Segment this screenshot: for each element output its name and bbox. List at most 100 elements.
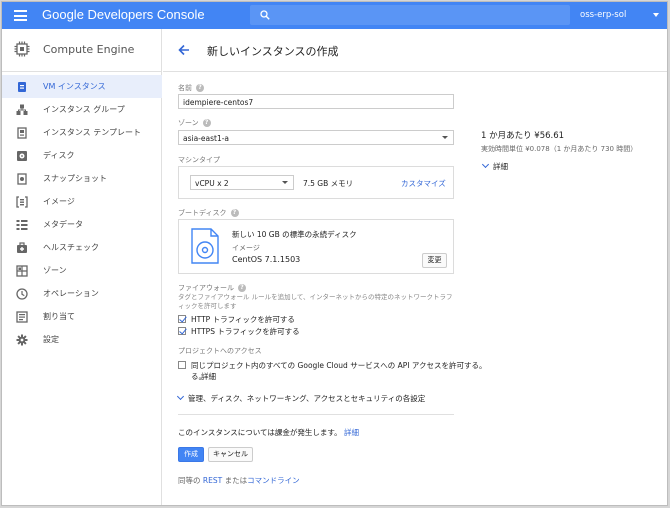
quota-icon bbox=[16, 311, 28, 323]
chevron-down-icon bbox=[282, 181, 288, 184]
equivalent-prefix: 同等の bbox=[178, 476, 201, 485]
change-button[interactable]: 変更 bbox=[422, 253, 447, 268]
firewall-description: タグとファイアウォール ルールを追加して、インターネットからの特定のネットワーク… bbox=[178, 293, 453, 310]
https-label[interactable]: HTTPS トラフィックを許可する bbox=[191, 326, 300, 337]
sidebar-item-vm-instances[interactable]: VM インスタンス bbox=[2, 75, 162, 98]
divider bbox=[178, 414, 454, 415]
sidebar-item-label: メタデータ bbox=[43, 220, 83, 229]
sidebar-item-snapshots[interactable]: スナップショット bbox=[2, 167, 162, 190]
help-icon[interactable]: ? bbox=[230, 209, 239, 217]
brand-title[interactable]: Google Developers Console bbox=[42, 7, 205, 22]
billing-text: このインスタンスについては課金が発生します。 bbox=[178, 428, 342, 437]
sidebar-item-zones[interactable]: ゾーン bbox=[2, 259, 162, 282]
machine-type-label: マシンタイプ bbox=[178, 156, 220, 164]
rest-link[interactable]: REST bbox=[203, 476, 222, 485]
page-title: 新しいインスタンスの作成 bbox=[207, 45, 339, 58]
sidebar-title: Compute Engine bbox=[43, 43, 135, 56]
zone-select[interactable]: asia-east1-a bbox=[178, 130, 454, 145]
top-bar: Google Developers Console oss-erp-sol bbox=[2, 2, 667, 29]
pricing-details-link[interactable]: 詳細 bbox=[481, 160, 508, 172]
sidebar-item-label: ゾーン bbox=[43, 266, 67, 275]
machine-type-select[interactable]: vCPU x 2 bbox=[190, 175, 294, 190]
machine-type-box: vCPU x 2 7.5 GB メモリ カスタマイズ bbox=[178, 166, 454, 199]
boot-disk-label: ブートディスク? bbox=[178, 208, 239, 218]
sidebar-item-label: インスタンス グループ bbox=[43, 105, 125, 114]
https-checkbox[interactable] bbox=[178, 327, 186, 335]
http-checkbox[interactable] bbox=[178, 315, 186, 323]
zone-icon bbox=[16, 265, 28, 277]
disk-icon bbox=[17, 151, 27, 161]
sidebar-item-instance-templates[interactable]: インスタンス テンプレート bbox=[2, 121, 162, 144]
operations-icon bbox=[16, 288, 28, 300]
chevron-down-icon bbox=[481, 160, 490, 169]
page-header: 新しいインスタンスの作成 bbox=[163, 29, 667, 72]
sidebar-item-metadata[interactable]: メタデータ bbox=[2, 213, 162, 236]
sidebar-item-label: ヘルスチェック bbox=[43, 243, 99, 252]
effective-rate: 実効時間単位 ¥0.078（1 か月あたり 730 時間） bbox=[481, 145, 638, 153]
sidebar-item-quotas[interactable]: 割り当て bbox=[2, 305, 162, 328]
boot-disk-type: イメージ bbox=[232, 244, 260, 252]
machine-type-value: vCPU x 2 bbox=[195, 179, 229, 188]
api-access-label[interactable]: 同じプロジェクト内のすべての Google Cloud サービスへの API ア… bbox=[191, 360, 486, 371]
machine-memory: 7.5 GB メモリ bbox=[303, 179, 354, 188]
sidebar-item-images[interactable]: イメージ bbox=[2, 190, 162, 213]
snapshot-icon bbox=[17, 173, 27, 185]
sidebar: Compute Engine VM インスタンス インスタンス グループ インス… bbox=[2, 29, 162, 505]
boot-disk-os: CentOS 7.1.1503 bbox=[232, 255, 301, 264]
sidebar-item-disks[interactable]: ディスク bbox=[2, 144, 162, 167]
search-box[interactable] bbox=[250, 5, 570, 25]
search-icon[interactable] bbox=[260, 10, 270, 20]
advanced-settings-label: 管理、ディスク、ネットワーキング、アクセスとセキュリティの各設定 bbox=[188, 394, 426, 403]
sidebar-header: Compute Engine bbox=[2, 29, 162, 72]
boot-disk-box: 新しい 10 GB の標準の永続ディスク イメージ CentOS 7.1.150… bbox=[178, 219, 454, 274]
billing-detail-link[interactable]: 詳細 bbox=[344, 428, 359, 437]
help-icon[interactable]: ? bbox=[202, 119, 211, 127]
or-text: または bbox=[224, 476, 248, 485]
billing-note: このインスタンスについては課金が発生します。 詳細 bbox=[178, 427, 359, 438]
help-icon[interactable]: ? bbox=[196, 84, 204, 92]
hamburger-menu-icon[interactable] bbox=[14, 10, 27, 21]
sidebar-item-operations[interactable]: オペレーション bbox=[2, 282, 162, 305]
compute-engine-icon bbox=[14, 41, 30, 57]
metadata-icon bbox=[16, 220, 28, 230]
pricing-details-label: 詳細 bbox=[493, 162, 508, 171]
monthly-price: 1 か月あたり ¥56.61 bbox=[481, 131, 565, 141]
firewall-label: ファイアウォール? bbox=[178, 283, 246, 293]
zone-label: ゾーン? bbox=[178, 118, 211, 128]
sidebar-item-health-checks[interactable]: ヘルスチェック bbox=[2, 236, 162, 259]
window-frame: Google Developers Console oss-erp-sol Co… bbox=[1, 1, 668, 506]
name-label: 名前? bbox=[178, 83, 204, 93]
instance-group-icon bbox=[16, 104, 28, 115]
health-check-icon bbox=[17, 242, 27, 253]
sidebar-item-label: 割り当て bbox=[43, 312, 75, 321]
sidebar-item-label: ディスク bbox=[43, 151, 75, 160]
sidebar-item-settings[interactable]: 設定 bbox=[2, 328, 162, 351]
project-selector[interactable]: oss-erp-sol bbox=[580, 10, 626, 20]
boot-disk-title: 新しい 10 GB の標準の永続ディスク bbox=[232, 230, 357, 239]
period-text: る。 bbox=[191, 372, 206, 381]
sidebar-item-instance-groups[interactable]: インスタンス グループ bbox=[2, 98, 162, 121]
zone-value: asia-east1-a bbox=[183, 134, 230, 143]
back-arrow-icon[interactable] bbox=[177, 43, 191, 57]
command-line-link[interactable]: コマンドライン bbox=[247, 476, 300, 485]
image-icon bbox=[16, 196, 28, 208]
http-label[interactable]: HTTP トラフィックを許可する bbox=[191, 314, 295, 325]
name-input[interactable]: idempiere-centos7 bbox=[178, 94, 454, 109]
sidebar-item-label: インスタンス テンプレート bbox=[43, 128, 141, 137]
equivalent-line: 同等の REST またはコマンドライン bbox=[178, 475, 300, 486]
help-icon[interactable]: ? bbox=[238, 284, 246, 292]
sidebar-item-label: スナップショット bbox=[43, 174, 107, 183]
chevron-down-icon[interactable] bbox=[653, 13, 659, 17]
sidebar-item-label: オペレーション bbox=[43, 289, 99, 298]
sidebar-item-label: VM インスタンス bbox=[43, 82, 106, 91]
customize-link[interactable]: カスタマイズ bbox=[401, 178, 446, 189]
create-button[interactable]: 作成 bbox=[178, 447, 204, 462]
settings-icon bbox=[16, 334, 28, 346]
cancel-button[interactable]: キャンセル bbox=[208, 447, 253, 462]
sidebar-item-label: 設定 bbox=[43, 335, 59, 344]
advanced-settings-link[interactable]: 管理、ディスク、ネットワーキング、アクセスとセキュリティの各設定 bbox=[176, 392, 426, 404]
instance-template-icon bbox=[17, 127, 27, 139]
api-access-checkbox[interactable] bbox=[178, 361, 186, 369]
vm-instance-icon bbox=[18, 82, 26, 92]
main-content: 新しいインスタンスの作成 名前? idempiere-centos7 ゾーン? … bbox=[163, 29, 667, 505]
